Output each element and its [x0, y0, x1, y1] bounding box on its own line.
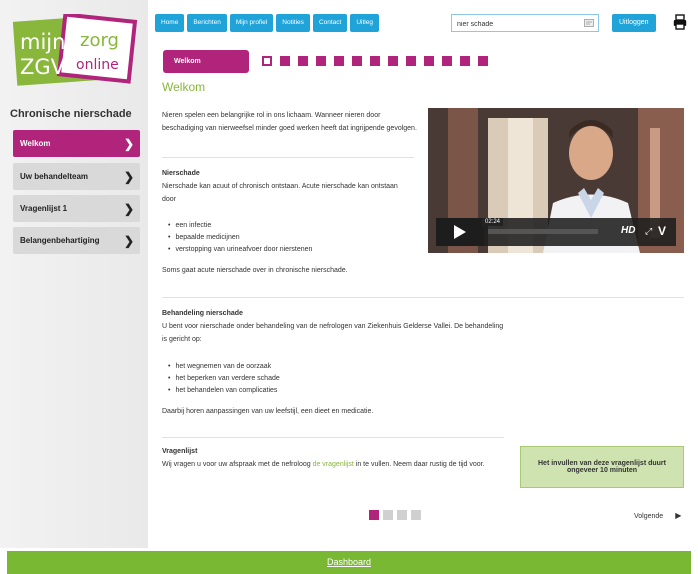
logo-text-zgv: ZGV: [20, 55, 66, 79]
nav-uitleg-button[interactable]: Uitleg: [350, 14, 379, 32]
nav-contact-button[interactable]: Contact: [312, 14, 348, 32]
sidebar-item-welkom[interactable]: Welkom ❯: [13, 130, 140, 157]
divider: [162, 297, 684, 298]
sidebar-item-behandelteam[interactable]: Uw behandelteam ❯: [13, 163, 140, 190]
section-heading-nierschade: Nierschade: [162, 170, 200, 177]
top-navigation: Home Berichten Mijn profiel Notities Con…: [155, 14, 379, 32]
step-dot[interactable]: [262, 56, 272, 66]
divider: [162, 157, 414, 158]
dashboard-link[interactable]: Dashboard: [327, 557, 371, 567]
mijnzorg-logo[interactable]: mijn zorg ZGV online: [10, 14, 138, 86]
print-icon[interactable]: [673, 14, 687, 30]
list-item: bepaalde medicijnen: [168, 232, 312, 244]
divider: [162, 437, 504, 438]
section-text-vragenlijst: Wij vragen u voor uw afspraak met de nef…: [162, 458, 502, 471]
sidebar-item-vragenlijst[interactable]: Vragenlijst 1 ❯: [13, 195, 140, 222]
sidebar-item-label: Belangenbehartiging: [20, 236, 100, 245]
chevron-right-icon: ❯: [123, 233, 134, 248]
play-button[interactable]: [436, 218, 484, 246]
section-text-behandeling: U bent voor nierschade onder behandeling…: [162, 323, 504, 343]
bullet-list-behandeling: het wegnemen van de oorzaak het beperken…: [168, 361, 280, 397]
current-step-tab[interactable]: Welkom: [163, 50, 249, 73]
info-box-duration: Het invullen van deze vragenlijst duurt …: [520, 446, 684, 488]
list-item: een infectie: [168, 220, 312, 232]
step-dot[interactable]: [298, 56, 308, 66]
list-item: het beperken van verdere schade: [168, 373, 279, 385]
hd-toggle[interactable]: HD: [621, 225, 635, 236]
nav-home-button[interactable]: Home: [155, 14, 185, 32]
video-progress-bar[interactable]: [488, 229, 598, 234]
page-dot[interactable]: [411, 510, 421, 520]
text-fragment: Wij vragen u voor uw afspraak met de nef…: [162, 461, 313, 468]
search-input[interactable]: [455, 16, 579, 32]
text-fragment: in te vullen. Neem daar rustig de tijd v…: [353, 461, 485, 468]
list-item: verstopping van urineafvoer door nierste…: [168, 244, 312, 256]
logout-button[interactable]: Uitloggen: [612, 14, 656, 32]
logo-text-mijn: mijn: [20, 30, 65, 54]
section-text-nierschade: Nierschade kan acuut of chronisch ontsta…: [162, 183, 398, 203]
step-dot[interactable]: [388, 56, 398, 66]
sidebar-item-belangenbehartiging[interactable]: Belangenbehartiging ❯: [13, 227, 140, 254]
chevron-right-icon: ❯: [123, 169, 134, 184]
footer-bar: Dashboard: [7, 551, 691, 574]
list-item: het behandelen van complicaties: [168, 385, 280, 397]
step-dot[interactable]: [424, 56, 434, 66]
section-after-nierschade: Soms gaat acute nierschade over in chron…: [162, 267, 348, 274]
page-dot[interactable]: [369, 510, 379, 520]
search-icon[interactable]: [584, 18, 594, 28]
list-item: het wegnemen van de oorzaak: [168, 361, 280, 373]
sidebar-item-label: Welkom: [20, 139, 51, 148]
logo-text-online: online: [76, 57, 119, 73]
section-heading-behandeling: Behandeling nierschade: [162, 310, 243, 317]
sidebar-item-label: Uw behandelteam: [20, 172, 89, 181]
nav-berichten-button[interactable]: Berichten: [187, 14, 227, 32]
logo-text-zorg: zorg: [80, 30, 119, 51]
step-dot[interactable]: [442, 56, 452, 66]
chevron-right-icon: ❯: [123, 201, 134, 216]
next-label: Volgende: [634, 513, 664, 520]
video-time: 02:24: [482, 218, 504, 226]
vragenlijst-link[interactable]: de vragenlijst: [313, 461, 354, 468]
step-indicator: [262, 56, 488, 66]
bullet-list-oorzaken: een infectie bepaalde medicijnen verstop…: [168, 220, 312, 256]
page-indicator: [369, 510, 421, 520]
fullscreen-icon[interactable]: ⤢: [645, 226, 652, 237]
page-dot[interactable]: [397, 510, 407, 520]
chevron-right-icon: ❯: [123, 136, 134, 151]
step-dot[interactable]: [460, 56, 470, 66]
vimeo-logo[interactable]: V: [658, 224, 666, 238]
step-dot[interactable]: [334, 56, 344, 66]
search-box: [451, 14, 599, 32]
step-dot[interactable]: [370, 56, 380, 66]
step-dot[interactable]: [352, 56, 362, 66]
nav-mijn-profiel-button[interactable]: Mijn profiel: [229, 14, 274, 32]
section-title: Chronische nierschade: [10, 108, 132, 120]
nav-notities-button[interactable]: Notities: [276, 14, 310, 32]
step-dot[interactable]: [280, 56, 290, 66]
step-dot[interactable]: [316, 56, 326, 66]
section-heading-vragenlijst: Vragenlijst: [162, 448, 198, 455]
section-after-behandeling: Daarbij horen aanpassingen van uw leefst…: [162, 408, 374, 415]
arrow-right-icon: ▶: [675, 511, 682, 520]
page-title: Welkom: [162, 80, 206, 94]
sidebar-item-label: Vragenlijst 1: [20, 204, 68, 213]
page-dot[interactable]: [383, 510, 393, 520]
next-button[interactable]: Volgende ▶: [634, 511, 681, 520]
play-icon: [454, 225, 466, 239]
step-dot[interactable]: [406, 56, 416, 66]
intro-paragraph: Nieren spelen een belangrijke rol in ons…: [162, 112, 417, 132]
step-dot[interactable]: [478, 56, 488, 66]
